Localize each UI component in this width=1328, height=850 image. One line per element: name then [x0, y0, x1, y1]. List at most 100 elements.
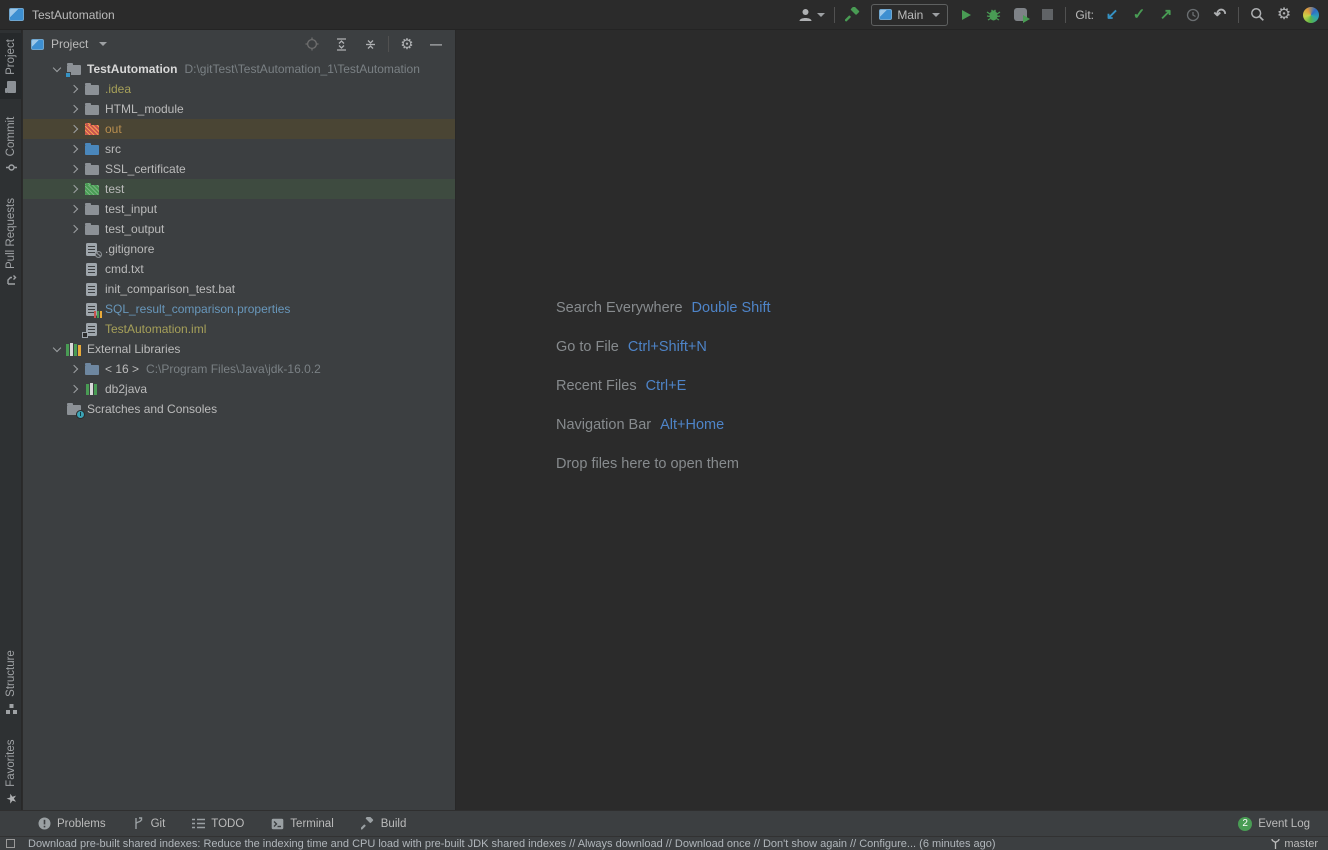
- folder-icon: [7, 81, 16, 93]
- tool-window-button-event-log[interactable]: Event Log: [1258, 818, 1310, 830]
- git-push-button[interactable]: ↗: [1157, 5, 1175, 25]
- hide-panel-button[interactable]: —: [425, 34, 447, 54]
- play-icon: [962, 10, 971, 20]
- tree-item-project-root[interactable]: TestAutomation D:\gitTest\TestAutomation…: [23, 59, 455, 79]
- commit-icon: [6, 162, 17, 173]
- git-update-button[interactable]: ↙: [1103, 5, 1121, 25]
- shortcut-hint: Go to File Ctrl+Shift+N: [556, 327, 771, 366]
- build-project-button[interactable]: [844, 5, 862, 25]
- tree-item-external-libraries[interactable]: External Libraries: [23, 339, 455, 359]
- stripe-tab-pull-requests[interactable]: Pull Requests: [0, 192, 22, 292]
- todo-list-icon: [192, 818, 205, 829]
- status-message[interactable]: Download pre-built shared indexes: Reduc…: [28, 838, 996, 850]
- chevron-down-icon[interactable]: [49, 61, 65, 77]
- folder-icon: [83, 81, 100, 97]
- branch-icon: [1271, 838, 1280, 849]
- hammer-icon: [845, 7, 861, 23]
- chevron-right-icon[interactable]: [67, 221, 83, 237]
- run-configuration-selector[interactable]: Main: [871, 4, 948, 26]
- tool-window-button-build[interactable]: Build: [361, 817, 407, 830]
- space-button[interactable]: [1302, 5, 1320, 25]
- tree-item-init-comparison-test-bat[interactable]: init_comparison_test.bat: [23, 279, 455, 299]
- chevron-right-icon[interactable]: [67, 141, 83, 157]
- tool-window-button-terminal[interactable]: Terminal: [271, 818, 333, 830]
- drop-files-hint: Drop files here to open them: [556, 444, 771, 483]
- chevron-right-icon[interactable]: [67, 361, 83, 377]
- chevron-down-icon[interactable]: [99, 42, 107, 46]
- chevron-right-icon[interactable]: [67, 381, 83, 397]
- tree-item-src[interactable]: src: [23, 139, 455, 159]
- project-panel-title[interactable]: Project: [51, 37, 88, 51]
- chevron-right-icon[interactable]: [67, 81, 83, 97]
- pull-request-icon: [6, 275, 17, 286]
- tree-item-out[interactable]: out: [23, 119, 455, 139]
- shortcut-hint: Navigation Bar Alt+Home: [556, 405, 771, 444]
- stripe-tab-favorites[interactable]: ★ Favorites: [0, 736, 22, 808]
- git-toolbar-label: Git:: [1075, 8, 1094, 22]
- chevron-down-icon[interactable]: [49, 341, 65, 357]
- external-libraries-icon: [65, 341, 82, 357]
- tree-item-scratches-and-consoles[interactable]: Scratches and Consoles: [23, 399, 455, 419]
- tree-item-sql-result-comparison-properties[interactable]: SQL_result_comparison.properties: [23, 299, 455, 319]
- chevron-right-icon[interactable]: [67, 181, 83, 197]
- chevron-placeholder: [67, 301, 83, 317]
- tree-item-jdk-16[interactable]: < 16 > C:\Program Files\Java\jdk-16.0.2: [23, 359, 455, 379]
- project-tool-window: Project ⚙ — TestAutomation D:\gitTest\Te…: [23, 30, 456, 810]
- settings-button[interactable]: ⚙: [1275, 5, 1293, 25]
- search-everywhere-button[interactable]: [1248, 5, 1266, 25]
- chevron-right-icon[interactable]: [67, 201, 83, 217]
- window-title: TestAutomation: [32, 8, 115, 22]
- rollback-button[interactable]: ↶: [1211, 5, 1229, 25]
- panel-settings-button[interactable]: ⚙: [396, 34, 418, 54]
- toolbar-separator: [1065, 7, 1066, 23]
- stripe-tab-commit[interactable]: Commit: [0, 110, 22, 180]
- select-opened-file-button[interactable]: [301, 34, 323, 54]
- stripe-tab-label: Commit: [5, 117, 17, 157]
- terminal-icon: [271, 818, 284, 830]
- chevron-placeholder: [67, 281, 83, 297]
- git-history-button[interactable]: [1184, 5, 1202, 25]
- git-branch-widget[interactable]: master: [1271, 838, 1328, 850]
- run-button[interactable]: [957, 5, 975, 25]
- person-icon: [798, 7, 813, 22]
- shortcut-hint: Search Everywhere Double Shift: [556, 288, 771, 327]
- titlebar: TestAutomation Main Git: ↙ ✓ ↗ ↶: [0, 0, 1328, 30]
- folder-icon: [83, 201, 100, 217]
- chevron-right-icon[interactable]: [67, 101, 83, 117]
- stop-icon: [1042, 9, 1053, 20]
- stripe-tab-project[interactable]: Project: [0, 33, 22, 99]
- git-branch-icon: [133, 817, 145, 830]
- tree-item-test-input[interactable]: test_input: [23, 199, 455, 219]
- tree-item-test-output[interactable]: test_output: [23, 219, 455, 239]
- tree-item-db2java[interactable]: db2java: [23, 379, 455, 399]
- tree-item-cmd-txt[interactable]: cmd.txt: [23, 259, 455, 279]
- run-with-coverage-button[interactable]: [1011, 5, 1029, 25]
- tool-window-button-label: Terminal: [290, 818, 333, 830]
- git-commit-button[interactable]: ✓: [1130, 5, 1148, 25]
- stop-button[interactable]: [1038, 5, 1056, 25]
- expand-all-button[interactable]: [330, 34, 352, 54]
- chevron-right-icon[interactable]: [67, 121, 83, 137]
- gear-icon: ⚙: [400, 37, 413, 52]
- tool-window-button-problems[interactable]: Problems: [38, 817, 106, 830]
- tool-window-button-todo[interactable]: TODO: [192, 818, 244, 830]
- tree-item-ssl-certificate[interactable]: SSL_certificate: [23, 159, 455, 179]
- debug-button[interactable]: [984, 5, 1002, 25]
- chevron-placeholder: [49, 401, 65, 417]
- stripe-tab-structure[interactable]: Structure: [0, 642, 22, 722]
- shortcut-hint: Recent Files Ctrl+E: [556, 366, 771, 405]
- tree-item-idea[interactable]: .idea: [23, 79, 455, 99]
- tree-item-test[interactable]: test: [23, 179, 455, 199]
- user-account-button[interactable]: [798, 5, 825, 25]
- undo-icon: ↶: [1214, 7, 1227, 22]
- source-folder-icon: [83, 141, 100, 157]
- toggle-tool-window-bars-icon[interactable]: [6, 839, 15, 848]
- collapse-all-button[interactable]: [359, 34, 381, 54]
- tree-item-gitignore[interactable]: .gitignore: [23, 239, 455, 259]
- chevron-right-icon[interactable]: [67, 161, 83, 177]
- tree-item-testautomation-iml[interactable]: TestAutomation.iml: [23, 319, 455, 339]
- toolbar-separator: [834, 7, 835, 23]
- tool-window-button-git[interactable]: Git: [133, 817, 166, 830]
- tree-item-html-module[interactable]: HTML_module: [23, 99, 455, 119]
- tool-window-button-label: Build: [381, 818, 407, 830]
